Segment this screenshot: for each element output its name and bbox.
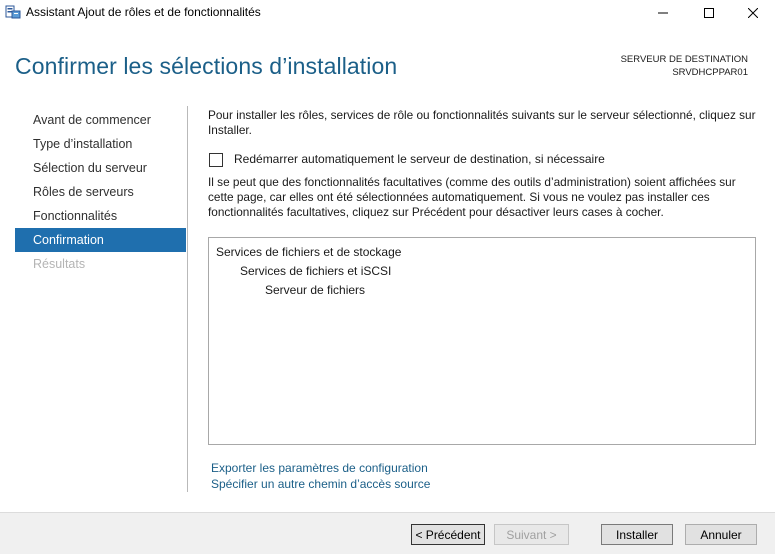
- nav-item-roles-serveurs[interactable]: Rôles de serveurs: [15, 180, 186, 204]
- selection-item: Services de fichiers et de stockage: [216, 245, 402, 259]
- export-settings-link[interactable]: Exporter les paramètres de configuration: [211, 461, 428, 475]
- wizard-footer: < Précédent Suivant > Installer Annuler: [0, 512, 775, 554]
- selection-item: Serveur de fichiers: [265, 283, 366, 297]
- page-title: Confirmer les sélections d’installation: [15, 53, 398, 79]
- minimize-icon: [658, 12, 668, 13]
- wizard-step-nav: Avant de commencer Type d’installation S…: [15, 108, 186, 276]
- destination-server-label: SERVEUR DE DESTINATION SRVDHCPPAR01: [621, 53, 748, 79]
- destination-server-name: SRVDHCPPAR01: [672, 67, 748, 78]
- optional-features-note: Il se peut que des fonctionnalités facul…: [208, 175, 736, 219]
- next-button[interactable]: Suivant >: [494, 524, 569, 545]
- maximize-button[interactable]: [686, 0, 732, 25]
- maximize-icon: [704, 7, 714, 18]
- cancel-button[interactable]: Annuler: [685, 524, 757, 545]
- nav-item-type-installation[interactable]: Type d’installation: [15, 132, 186, 156]
- selection-list[interactable]: Services de fichiers et de stockage Serv…: [208, 237, 756, 445]
- destination-caption: SERVEUR DE DESTINATION: [620, 54, 748, 65]
- nav-item-avant-de-commencer[interactable]: Avant de commencer: [15, 108, 186, 132]
- nav-divider: [187, 106, 188, 492]
- window-title: Assistant Ajout de rôles et de fonctionn…: [26, 5, 261, 19]
- alternate-source-path-link[interactable]: Spécifier un autre chemin d’accès source: [211, 477, 430, 491]
- intro-text: Pour installer les rôles, services de rô…: [208, 108, 756, 137]
- minimize-button[interactable]: [640, 0, 686, 25]
- nav-item-fonctionnalites[interactable]: Fonctionnalités: [15, 204, 186, 228]
- restart-option[interactable]: Redémarrer automatiquement le serveur de…: [209, 152, 605, 167]
- nav-item-confirmation[interactable]: Confirmation: [15, 228, 186, 252]
- install-button[interactable]: Installer: [601, 524, 673, 545]
- restart-checkbox-label[interactable]: Redémarrer automatiquement le serveur de…: [234, 152, 605, 167]
- previous-button[interactable]: < Précédent: [411, 524, 485, 545]
- close-icon: [748, 7, 758, 18]
- nav-item-selection-serveur[interactable]: Sélection du serveur: [15, 156, 186, 180]
- title-bar: Assistant Ajout de rôles et de fonctionn…: [0, 0, 775, 25]
- close-button[interactable]: [730, 0, 775, 25]
- restart-checkbox[interactable]: [209, 152, 223, 167]
- selection-item: Services de fichiers et iSCSI: [240, 264, 392, 278]
- nav-item-resultats: Résultats: [33, 257, 86, 271]
- server-manager-icon: [5, 5, 21, 19]
